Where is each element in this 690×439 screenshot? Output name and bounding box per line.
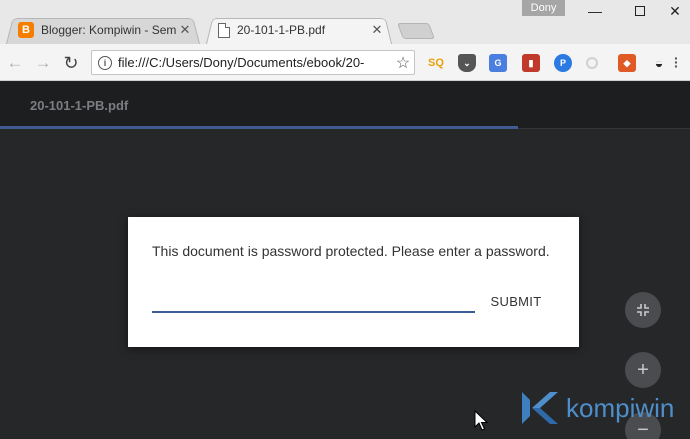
- maximize-button[interactable]: [625, 2, 655, 20]
- fit-page-icon: [637, 304, 649, 316]
- mouse-cursor-icon: [474, 410, 488, 431]
- reload-button[interactable]: ↻: [60, 52, 82, 74]
- pdf-toolbar: 20-101-1-PB.pdf: [0, 82, 690, 129]
- document-icon: [218, 22, 230, 38]
- menu-icon[interactable]: · · ·: [674, 51, 679, 73]
- password-input[interactable]: [152, 289, 475, 313]
- back-button[interactable]: ←: [4, 52, 26, 74]
- kompiwin-logo-icon: [522, 392, 558, 424]
- browser-toolbar: ← → ↻ i file:///C:/Users/Dony/Documents/…: [0, 44, 690, 81]
- zoom-in-button[interactable]: +: [625, 352, 661, 388]
- google-translate-icon[interactable]: G: [489, 54, 507, 72]
- mask-icon[interactable]: ◒: [650, 54, 668, 72]
- fit-to-page-button[interactable]: [625, 292, 661, 328]
- p-icon[interactable]: P: [554, 54, 572, 72]
- minimize-button[interactable]: —: [580, 2, 610, 20]
- password-dialog: This document is password protected. Ple…: [128, 217, 579, 347]
- forward-button[interactable]: →: [32, 52, 54, 74]
- watermark-text: kompiwin: [566, 392, 675, 423]
- profile-button[interactable]: Dony: [522, 0, 565, 16]
- tab-strip: B Blogger: Kompiwin - Sem ✕ 20-101-1-PB.…: [0, 0, 690, 44]
- pdf-title: 20-101-1-PB.pdf: [30, 98, 129, 113]
- dialog-message: This document is password protected. Ple…: [152, 243, 550, 259]
- address-bar[interactable]: i file:///C:/Users/Dony/Documents/ebook/…: [91, 50, 415, 75]
- star-icon[interactable]: ☆: [392, 53, 414, 73]
- book-icon[interactable]: ▮: [522, 54, 540, 72]
- info-icon[interactable]: i: [98, 55, 112, 70]
- red-ext-icon[interactable]: ◆: [618, 54, 636, 72]
- tab-pdf[interactable]: 20-101-1-PB.pdf ✕: [206, 16, 392, 44]
- plus-icon: +: [637, 358, 649, 381]
- maximize-icon: [635, 6, 645, 16]
- tab-label: Blogger: Kompiwin - Sem: [41, 23, 177, 37]
- submit-button[interactable]: SUBMIT: [481, 289, 551, 313]
- sq-icon[interactable]: SQ: [427, 54, 445, 72]
- kompiwin-watermark: kompiwin: [518, 390, 674, 426]
- blogger-icon: B: [18, 22, 34, 38]
- close-window-button[interactable]: ✕: [660, 2, 690, 20]
- url-text[interactable]: file:///C:/Users/Dony/Documents/ebook/20…: [118, 55, 392, 70]
- tab-label: 20-101-1-PB.pdf: [237, 23, 326, 37]
- tab-blogger[interactable]: B Blogger: Kompiwin - Sem ✕: [6, 16, 200, 44]
- circle-icon[interactable]: [586, 57, 598, 69]
- new-tab-button[interactable]: [397, 23, 435, 39]
- pocket-icon[interactable]: ⌄: [458, 54, 476, 72]
- close-icon[interactable]: ✕: [370, 22, 384, 38]
- close-icon[interactable]: ✕: [178, 22, 192, 38]
